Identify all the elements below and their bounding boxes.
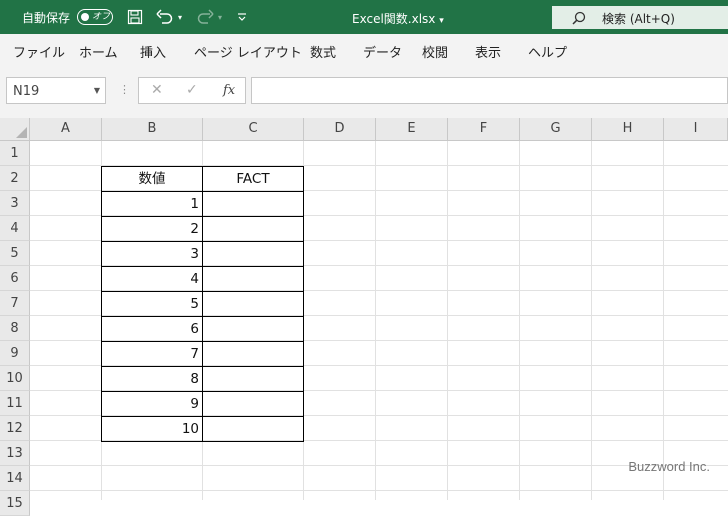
cell-b11[interactable]: 9 [101, 391, 203, 417]
autosave-label: 自動保存 [22, 11, 71, 25]
search-box[interactable]: 検索 (Alt+Q) [552, 6, 728, 29]
name-box[interactable]: N19 ▼ [6, 77, 106, 104]
row-header-7[interactable]: 7 [0, 291, 30, 316]
column-header-d[interactable]: D [304, 118, 376, 141]
name-box-dropdown-icon[interactable]: ▼ [94, 86, 100, 95]
column-header-h[interactable]: H [592, 118, 664, 141]
row-header-2[interactable]: 2 [0, 166, 30, 191]
gridline [591, 141, 592, 500]
redo-dropdown-icon[interactable]: ▾ [218, 8, 222, 26]
name-box-value: N19 [13, 84, 40, 99]
cell-c5[interactable] [202, 241, 304, 267]
tab-view[interactable]: 表示 [475, 42, 501, 61]
cell-c6[interactable] [202, 266, 304, 292]
cell-b4[interactable]: 2 [101, 216, 203, 242]
cell-c4[interactable] [202, 216, 304, 242]
cell-b9[interactable]: 7 [101, 341, 203, 367]
tab-page-layout[interactable]: ページ レイアウト [194, 42, 302, 61]
autosave-toggle[interactable]: オフ [77, 9, 113, 25]
column-header-b[interactable]: B [102, 118, 203, 141]
formula-buttons: ✕ ✓ fx [138, 77, 246, 104]
cell-c11[interactable] [202, 391, 304, 417]
gridline [519, 141, 520, 500]
worksheet-grid[interactable]: A B C D E F G H I 1 2 3 4 5 6 7 8 9 10 1… [0, 118, 728, 516]
tab-review[interactable]: 校閲 [422, 42, 448, 61]
undo-icon[interactable] [156, 8, 174, 26]
row-header-14[interactable]: 14 [0, 466, 30, 491]
tab-formulas[interactable]: 数式 [310, 42, 336, 61]
cell-c8[interactable] [202, 316, 304, 342]
cell-b10[interactable]: 8 [101, 366, 203, 392]
document-title-caret-icon: ▾ [439, 16, 444, 26]
enter-icon[interactable]: ✓ [186, 82, 198, 98]
row-header-15[interactable]: 15 [0, 491, 30, 516]
autosave-toggle-text: オフ [92, 12, 111, 22]
gridline [447, 141, 448, 500]
gridline [375, 141, 376, 500]
column-header-a[interactable]: A [30, 118, 102, 141]
ribbon-tabs: ファイル ホーム 挿入 ページ レイアウト 数式 データ 校閲 表示 ヘルプ [0, 34, 728, 66]
cell-c9[interactable] [202, 341, 304, 367]
tab-home[interactable]: ホーム [79, 42, 118, 61]
customize-toolbar-icon[interactable] [237, 8, 247, 26]
tab-data[interactable]: データ [363, 42, 402, 61]
toggle-knob [81, 13, 89, 21]
row-header-1[interactable]: 1 [0, 141, 30, 166]
save-icon[interactable] [127, 8, 143, 26]
row-header-4[interactable]: 4 [0, 216, 30, 241]
undo-dropdown-icon[interactable]: ▾ [178, 8, 182, 26]
formula-bar: N19 ▼ ⋮ ✕ ✓ fx [0, 66, 728, 119]
tab-file[interactable]: ファイル [13, 42, 65, 61]
row-header-9[interactable]: 9 [0, 341, 30, 366]
column-header-g[interactable]: G [520, 118, 592, 141]
formula-input[interactable] [251, 77, 728, 104]
redo-icon[interactable] [196, 8, 214, 26]
select-all-button[interactable] [0, 118, 30, 141]
cell-b2[interactable]: 数値 [101, 166, 203, 192]
cell-b6[interactable]: 4 [101, 266, 203, 292]
select-all-icon [16, 127, 27, 138]
search-icon [572, 10, 586, 29]
cell-b12[interactable]: 10 [101, 416, 203, 442]
column-header-f[interactable]: F [448, 118, 520, 141]
tab-help[interactable]: ヘルプ [528, 42, 567, 61]
tab-insert[interactable]: 挿入 [140, 42, 166, 61]
row-header-10[interactable]: 10 [0, 366, 30, 391]
row-header-8[interactable]: 8 [0, 316, 30, 341]
column-header-i[interactable]: I [664, 118, 728, 141]
watermark: Buzzword Inc. [628, 459, 710, 474]
cell-c12[interactable] [202, 416, 304, 442]
row-header-5[interactable]: 5 [0, 241, 30, 266]
row-header-12[interactable]: 12 [0, 416, 30, 441]
cancel-icon[interactable]: ✕ [151, 82, 163, 98]
cell-c10[interactable] [202, 366, 304, 392]
column-header-c[interactable]: C [203, 118, 304, 141]
gridline [30, 465, 728, 466]
cell-b5[interactable]: 3 [101, 241, 203, 267]
cell-c7[interactable] [202, 291, 304, 317]
cell-c2[interactable]: FACT [202, 166, 304, 192]
document-filename: Excel関数.xlsx [352, 12, 436, 26]
cell-c3[interactable] [202, 191, 304, 217]
search-placeholder: 検索 (Alt+Q) [602, 12, 675, 26]
cell-b7[interactable]: 5 [101, 291, 203, 317]
insert-function-icon[interactable]: fx [223, 83, 235, 98]
cell-b8[interactable]: 6 [101, 316, 203, 342]
row-header-13[interactable]: 13 [0, 441, 30, 466]
gridline [30, 490, 728, 491]
document-title[interactable]: Excel関数.xlsx ▾ [352, 10, 444, 27]
row-header-3[interactable]: 3 [0, 191, 30, 216]
cell-b3[interactable]: 1 [101, 191, 203, 217]
row-header-11[interactable]: 11 [0, 391, 30, 416]
row-header-6[interactable]: 6 [0, 266, 30, 291]
formula-bar-splitter-icon[interactable]: ⋮ [119, 83, 130, 96]
column-header-e[interactable]: E [376, 118, 448, 141]
gridline [663, 141, 664, 500]
title-bar: 自動保存 オフ ▾ ▾ Excel関数.xlsx ▾ 検索 (Alt+Q) [0, 0, 728, 34]
